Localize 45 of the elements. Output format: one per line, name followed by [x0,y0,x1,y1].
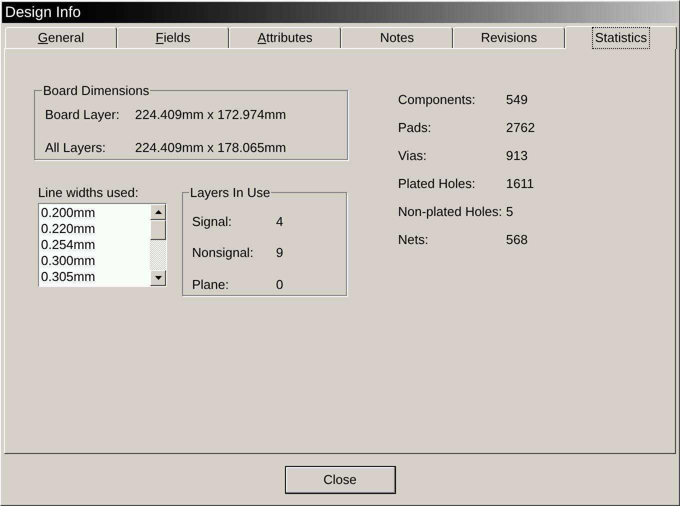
up-arrow-icon [154,210,162,214]
stat-value: 5 [506,203,514,220]
stat-value: 2762 [506,119,535,136]
list-item: 0.254mm [41,237,96,253]
tab[interactable]: Notes [341,27,453,48]
tab[interactable]: Statistics [565,26,677,49]
tab[interactable]: Fields [117,27,229,48]
group-title: Board Dimensions [42,82,150,100]
down-arrow-icon [154,276,162,280]
field-label: Signal: [192,212,233,231]
tab[interactable]: Revisions [453,27,565,48]
stat-value: 1611 [506,175,534,192]
field-value: 224.409mm x 178.065mm [135,139,286,157]
line-widths-list[interactable]: 0.200mm 0.220mm 0.254mm 0.300mm 0.305mm [38,203,167,287]
list-item: 0.200mm [41,205,96,221]
stat-value: 549 [506,91,528,108]
stat-label: Plated Holes: [398,175,476,192]
list-item: 0.220mm [41,221,96,237]
field-label: Nonsignal: [192,244,254,262]
scroll-up-button[interactable] [150,204,166,220]
stat-value: 913 [506,147,528,164]
scrollbar[interactable] [150,204,166,286]
window-title: Design Info [2,2,678,23]
field-value: 9 [276,244,284,262]
close-button[interactable]: Close [284,466,396,494]
stat-value: 568 [506,231,528,248]
scroll-thumb[interactable] [150,220,166,240]
list-item: 0.305mm [41,269,96,285]
field-value: 4 [276,212,284,230]
stat-label: Vias: [398,147,428,164]
scroll-down-button[interactable] [150,270,166,286]
stat-label: Non-plated Holes: [398,203,504,220]
group-title: Layers In Use [189,184,272,202]
field-label: All Layers: [45,139,107,157]
list-item: 0.300mm [41,253,96,269]
list-label: Line widths used: [37,184,140,202]
field-label: Plane: [192,276,230,294]
tab[interactable]: Attributes [229,27,341,48]
field-label: Board Layer: [45,106,120,124]
tab[interactable]: General [5,27,117,48]
field-value: 0 [276,276,284,294]
stat-label: Components: [398,91,476,108]
stat-label: Nets: [398,231,430,248]
field-value: 224.409mm x 172.974mm [135,106,286,124]
stat-label: Pads: [398,119,432,136]
